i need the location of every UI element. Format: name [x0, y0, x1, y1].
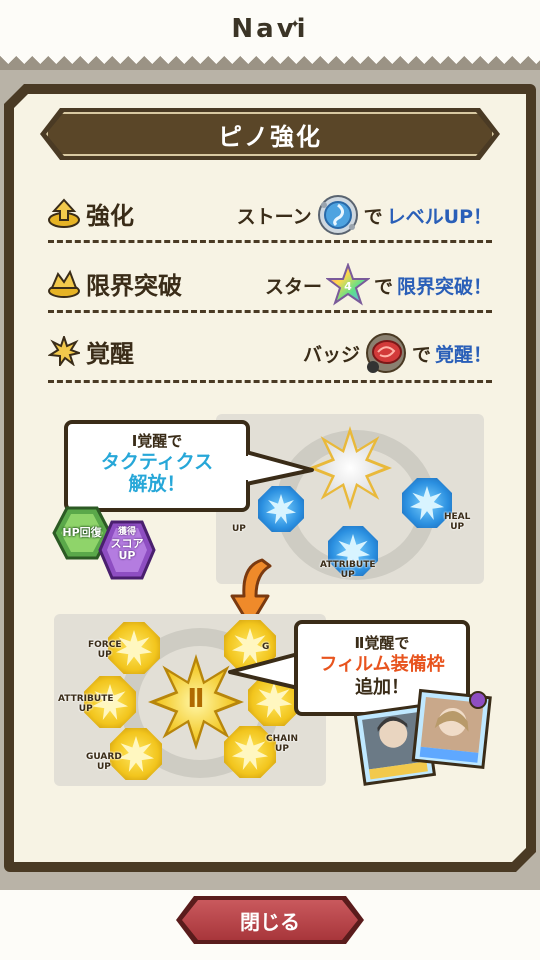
node-label-chain: CHAIN UP — [266, 734, 298, 754]
star-icon: 4 — [325, 263, 370, 306]
row-divider — [48, 310, 492, 313]
particle-text: で — [411, 343, 431, 366]
row-description: スター 4 で 限界突破！ — [264, 263, 492, 306]
awaken-burst-icon — [48, 336, 80, 366]
node-label-left: UP — [232, 524, 246, 534]
row-description: バッジ で 覚醒！ — [302, 333, 492, 373]
bubble-tail — [246, 450, 314, 486]
row-name: 強化 — [86, 202, 134, 230]
effect-text: 限界突破！ — [396, 275, 492, 298]
close-button-label: 閉じる — [240, 909, 300, 934]
badge-icon — [365, 333, 406, 373]
awaken-2-diagram: Ⅱ FORCE UP ATTRIBUTE UP GUARD UP CHAIN U… — [54, 614, 326, 786]
score-badge-label: 獲得 スコア UP — [100, 526, 154, 562]
row-divider — [48, 380, 492, 383]
row-divider — [48, 240, 492, 243]
row-awaken: 覚醒 バッジ で 覚醒！ — [44, 328, 496, 376]
row-name: 限界突破 — [86, 272, 182, 300]
stone-icon — [317, 195, 358, 235]
effect-text: レベルUP！ — [386, 205, 492, 228]
bubble-highlight-2: 解放！ — [128, 473, 186, 495]
bubble-highlight: フィルム装備枠 — [319, 654, 445, 675]
bubble-highlight: タクティクス — [100, 451, 214, 473]
node-label-attribute: ATTRIBUTE UP — [58, 694, 114, 714]
row-limit-break: 限界突破 スター 4 で 限界突破！ — [44, 260, 496, 308]
header-bar: Navi ✦ — [0, 0, 540, 58]
material-name: ストーン — [236, 205, 312, 228]
node-label-guard: GUARD UP — [86, 752, 122, 772]
row-description: ストーン で レベルUP！ — [236, 195, 492, 235]
node-label-force: FORCE UP — [88, 640, 122, 660]
bubble-tail-2 — [228, 652, 302, 690]
film-cards-icon — [353, 688, 492, 786]
material-name: スター — [264, 275, 322, 298]
score-badge-bottom: UP — [118, 549, 136, 562]
row-name: 覚醒 — [86, 340, 134, 368]
particle-text: で — [363, 205, 383, 228]
effect-text: 覚醒！ — [434, 343, 492, 366]
panel-title: ピノ強化 — [218, 122, 322, 151]
bubble-heading: Ⅱ覚醒で — [354, 634, 410, 652]
node-label-bottom: ATTRIBUTE UP — [320, 560, 376, 580]
particle-text: で — [373, 275, 393, 298]
close-button[interactable]: 閉じる — [182, 900, 358, 940]
material-name: バッジ — [302, 343, 360, 366]
row-enhance: 強化 ストーン で レベルUP！ — [44, 190, 496, 238]
node-label-right: HEAL UP — [444, 512, 471, 532]
limit-break-icon — [48, 269, 80, 298]
awaken-1-bubble: Ⅰ覚醒で タクティクス 解放！ — [64, 420, 250, 512]
up-arrow-icon — [48, 198, 80, 228]
bubble-heading: Ⅰ覚醒で — [131, 432, 183, 450]
svg-text:4: 4 — [344, 280, 352, 293]
sparkle-icon: ✦ — [290, 17, 301, 31]
